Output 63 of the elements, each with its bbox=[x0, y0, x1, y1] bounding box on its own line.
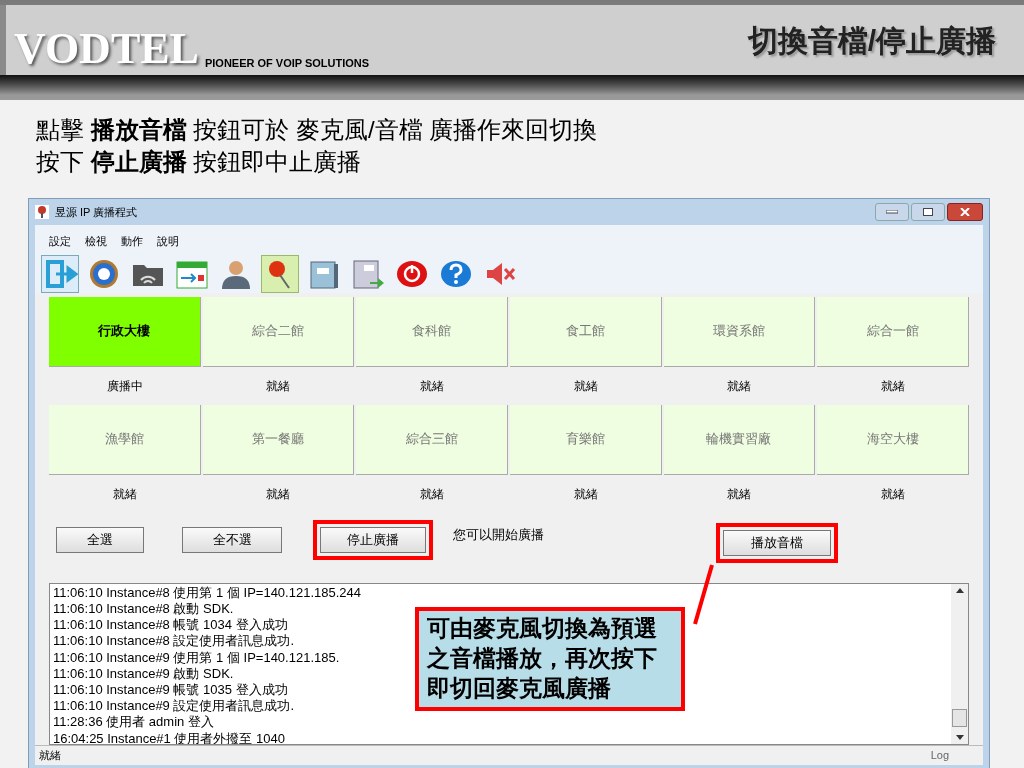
zone-button[interactable]: 環資系館 bbox=[663, 296, 816, 367]
log-line: 16:04:25 Instance#1 使用者外撥至 1040 bbox=[53, 730, 285, 744]
zone-button[interactable]: 第一餐廳 bbox=[202, 404, 355, 475]
action-button[interactable]: 播放音檔 bbox=[723, 529, 831, 556]
zone-button[interactable]: 育樂館 bbox=[510, 404, 662, 475]
zone-button[interactable]: 綜合二館 bbox=[202, 296, 355, 367]
log-line: 11:28:36 使用者 admin 登入 bbox=[53, 714, 214, 731]
zone-status: 就緒 bbox=[572, 485, 599, 503]
menu-item[interactable]: 說明 bbox=[157, 232, 179, 250]
callout-note: 可由麥克風切換為預選之音檔播放，再次按下即切回麥克風廣播 bbox=[415, 607, 685, 711]
instruction-text: 按下 停止廣播 按鈕即中止廣播 bbox=[36, 147, 363, 177]
zone-status: 就緒 bbox=[265, 485, 292, 503]
logo: VODTEL bbox=[14, 27, 199, 71]
log-line: 11:06:10 Instance#9 設定使用者訊息成功. bbox=[53, 698, 295, 715]
action-button[interactable]: 全不選 bbox=[182, 526, 282, 553]
zone-button[interactable]: 食科館 bbox=[356, 296, 508, 367]
scroll-up-icon bbox=[955, 587, 964, 593]
app-icon bbox=[35, 204, 49, 219]
status-text: 就緒 bbox=[39, 748, 61, 764]
log-line: 11:06:10 Instance#8 帳號 1034 登入成功 bbox=[53, 617, 288, 634]
zone-button[interactable]: 海空大樓 bbox=[817, 404, 969, 475]
zone-button[interactable]: 行政大樓 bbox=[49, 296, 201, 367]
zone-button[interactable]: 輪機實習廠 bbox=[663, 404, 816, 475]
toolbar-button[interactable] bbox=[261, 254, 299, 293]
menu-item[interactable]: 檢視 bbox=[85, 232, 107, 250]
zone-button[interactable]: 食工館 bbox=[510, 296, 662, 367]
window-title: 昱源 IP 廣播程式 bbox=[55, 204, 138, 220]
close-icon bbox=[960, 207, 970, 216]
maximize-button[interactable] bbox=[911, 202, 945, 221]
zone-status: 廣播中 bbox=[105, 377, 144, 395]
log-line: 11:06:10 Instance#9 使用第 1 個 IP=140.121.185. bbox=[53, 649, 340, 666]
status-log-label: Log bbox=[930, 748, 949, 764]
minimize-icon bbox=[886, 209, 898, 214]
zone-button[interactable]: 漁學館 bbox=[49, 404, 201, 475]
menu-item[interactable]: 動作 bbox=[121, 232, 143, 250]
scroll-down-icon bbox=[955, 734, 964, 740]
slide-title: 切換音檔/停止廣播 bbox=[747, 22, 996, 59]
scrollbar[interactable] bbox=[951, 583, 968, 744]
log-line: 11:06:10 Instance#8 啟動 SDK. bbox=[53, 600, 234, 618]
log-line: 11:06:10 Instance#9 帳號 1035 登入成功 bbox=[53, 681, 288, 699]
zone-status: 就緒 bbox=[419, 377, 446, 395]
action-button[interactable]: 全選 bbox=[56, 526, 144, 553]
log-line: 11:06:10 Instance#9 啟動 SDK. bbox=[53, 665, 234, 682]
scroll-thumb[interactable] bbox=[952, 708, 967, 727]
zone-status: 就緒 bbox=[880, 485, 907, 503]
status-message: 您可以開始廣播 bbox=[453, 525, 544, 544]
menu-item[interactable]: 設定 bbox=[49, 232, 71, 250]
zone-status: 就緒 bbox=[726, 485, 753, 503]
instruction-text: 點擊 播放音檔 按鈕可於 麥克風/音檔 廣播作來回切換 bbox=[36, 115, 599, 145]
zone-status: 就緒 bbox=[572, 377, 599, 395]
tagline: PIONEER OF VOIP SOLUTIONS bbox=[204, 55, 370, 71]
action-button[interactable]: 停止廣播 bbox=[320, 526, 426, 553]
zone-status: 就緒 bbox=[880, 377, 907, 395]
zone-button[interactable]: 綜合一館 bbox=[817, 296, 969, 367]
log-line: 11:06:10 Instance#8 使用第 1 個 IP=140.121.185.244 bbox=[53, 584, 361, 601]
close-button[interactable] bbox=[947, 202, 983, 221]
zone-status: 就緒 bbox=[726, 377, 753, 395]
zone-status: 就緒 bbox=[419, 485, 446, 503]
zone-status: 就緒 bbox=[265, 377, 292, 395]
zone-status: 就緒 bbox=[111, 485, 138, 503]
maximize-icon bbox=[923, 207, 933, 216]
log-line: 11:06:10 Instance#8 設定使用者訊息成功. bbox=[53, 633, 295, 650]
zone-button[interactable]: 綜合三館 bbox=[356, 404, 508, 475]
